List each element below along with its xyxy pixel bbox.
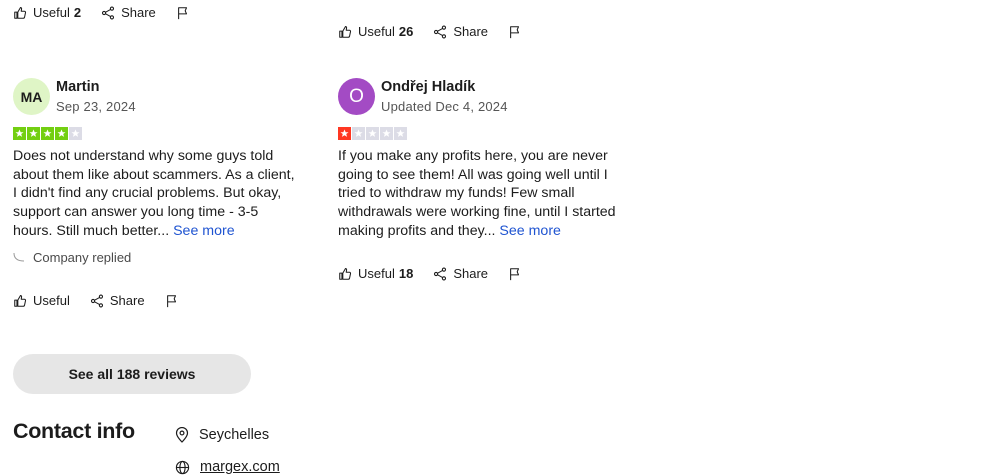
contact-location: Seychelles <box>175 427 269 443</box>
globe-icon <box>175 460 190 474</box>
star-filled-icon <box>13 127 26 140</box>
useful-count: 18 <box>398 266 414 281</box>
report-button[interactable] <box>176 6 190 20</box>
star-filled-icon <box>27 127 40 140</box>
share-label: Share <box>453 266 489 281</box>
useful-count: 2 <box>73 5 82 20</box>
flag-icon <box>177 6 187 19</box>
company-replied-label: Company replied <box>33 250 132 265</box>
useful-button[interactable]: Useful 2 <box>13 5 81 20</box>
flag-icon <box>510 267 520 280</box>
reviewer-name[interactable]: Martin <box>56 79 100 95</box>
star-empty-icon <box>366 127 379 140</box>
share-icon <box>90 294 103 307</box>
review-body: Does not understand why some guys told a… <box>13 148 295 239</box>
useful-label: Useful <box>358 24 395 39</box>
contact-info-heading: Contact info <box>13 419 135 443</box>
share-icon <box>102 6 115 19</box>
share-label: Share <box>109 293 145 308</box>
share-button[interactable]: Share <box>433 24 488 39</box>
flag-icon <box>510 25 520 38</box>
see-more-link[interactable]: See more <box>499 223 561 239</box>
report-button[interactable] <box>508 25 522 39</box>
reviewer-name[interactable]: Ondřej Hladík <box>381 79 475 95</box>
useful-button[interactable]: Useful 26 <box>338 24 413 39</box>
useful-label: Useful <box>358 266 395 281</box>
see-all-reviews-button[interactable]: See all 188 reviews <box>13 354 251 394</box>
see-more-link[interactable]: See more <box>173 223 235 239</box>
review-actions-ondrej: Useful 18 Share <box>338 266 542 281</box>
star-rating <box>338 127 407 140</box>
star-rating <box>13 127 82 140</box>
thumbs-up-icon <box>14 294 27 307</box>
review-actions-top-right: Useful 26 Share <box>338 24 542 39</box>
review-actions-martin: Useful Share <box>13 293 199 308</box>
useful-label: Useful <box>33 5 70 20</box>
share-label: Share <box>453 24 489 39</box>
report-button[interactable] <box>508 267 522 281</box>
star-filled-icon <box>41 127 54 140</box>
star-empty-icon <box>380 127 393 140</box>
useful-button[interactable]: Useful <box>13 293 70 308</box>
share-label: Share <box>121 5 156 20</box>
share-button[interactable]: Share <box>101 5 156 20</box>
useful-label: Useful <box>33 293 70 308</box>
thumbs-up-icon <box>339 267 352 280</box>
share-button[interactable]: Share <box>433 266 488 281</box>
review-text: If you make any profits here, you are ne… <box>338 147 623 241</box>
share-icon <box>434 25 447 38</box>
report-button[interactable] <box>165 294 179 308</box>
useful-button[interactable]: Useful 18 <box>338 266 413 281</box>
flag-icon <box>166 294 176 307</box>
star-filled-icon <box>55 127 68 140</box>
review-date: Updated Dec 4, 2024 <box>381 99 508 114</box>
company-replied-toggle[interactable]: Company replied <box>13 250 131 265</box>
website-link[interactable]: margex.com <box>200 459 280 475</box>
share-button[interactable]: Share <box>90 293 145 308</box>
review-body: If you make any profits here, you are ne… <box>338 148 616 239</box>
review-date: Sep 23, 2024 <box>56 99 136 114</box>
avatar: MA <box>13 78 50 115</box>
star-empty-icon <box>352 127 365 140</box>
thumbs-up-icon <box>339 25 352 38</box>
star-empty-icon <box>394 127 407 140</box>
star-filled-icon <box>338 127 351 140</box>
review-actions-top-left: Useful 2 Share <box>13 5 210 20</box>
location-text: Seychelles <box>199 427 270 443</box>
share-icon <box>434 267 447 280</box>
contact-website: margex.com <box>175 459 280 475</box>
avatar: O <box>338 78 375 115</box>
star-empty-icon <box>69 127 82 140</box>
review-text: Does not understand why some guys told a… <box>13 147 298 241</box>
reply-arrow-icon <box>13 252 25 261</box>
thumbs-up-icon <box>14 6 27 19</box>
location-pin-icon <box>175 427 189 443</box>
useful-count: 26 <box>398 24 414 39</box>
